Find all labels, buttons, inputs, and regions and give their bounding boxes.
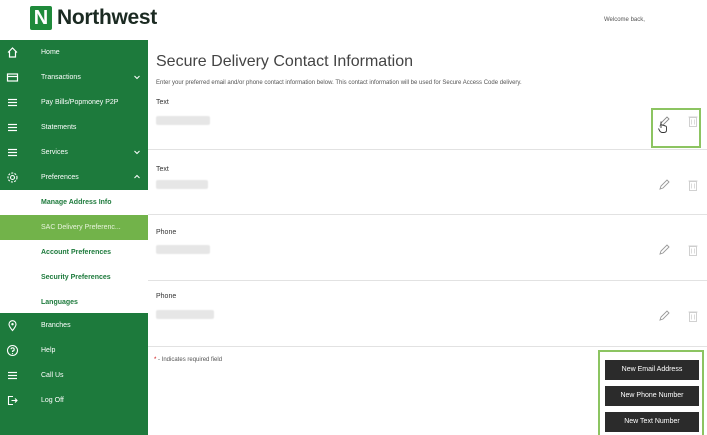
contact-row: Phone bbox=[148, 215, 707, 281]
welcome-text: Welcome back, bbox=[604, 17, 645, 23]
sidebar-subitem-sac-delivery[interactable]: SAC Delivery Preferenc... bbox=[0, 215, 148, 240]
card-icon bbox=[6, 73, 19, 82]
trash-icon[interactable] bbox=[687, 243, 699, 257]
contact-type-label: Phone bbox=[156, 293, 177, 300]
add-contact-button-group: New Email Address New Phone Number New T… bbox=[598, 350, 704, 435]
trash-icon[interactable] bbox=[687, 178, 699, 192]
contact-row: Text bbox=[148, 92, 707, 150]
sidebar-subitem-label: Languages bbox=[41, 299, 78, 306]
sidebar-subitem-label: Manage Address Info bbox=[41, 199, 112, 206]
sidebar-subitem-manage-address[interactable]: Manage Address Info bbox=[0, 190, 148, 215]
contact-type-label: Phone bbox=[156, 229, 177, 236]
gear-icon bbox=[7, 172, 18, 183]
sidebar-item-label: Statements bbox=[41, 124, 77, 131]
contact-row: Phone bbox=[148, 281, 707, 347]
new-phone-number-button[interactable]: New Phone Number bbox=[605, 386, 699, 406]
sidebar-item-branches[interactable]: Branches bbox=[0, 313, 148, 338]
sidebar-item-transactions[interactable]: Transactions bbox=[0, 65, 148, 90]
sidebar-item-label: Pay Bills/Popmoney P2P bbox=[41, 99, 119, 106]
hand-cursor-icon bbox=[658, 121, 667, 133]
sidebar-item-home[interactable]: Home bbox=[0, 40, 148, 65]
new-email-address-button[interactable]: New Email Address bbox=[605, 360, 699, 380]
menu-icon bbox=[8, 148, 17, 157]
chevron-up-icon bbox=[134, 174, 140, 179]
contact-type-label: Text bbox=[156, 166, 169, 173]
sidebar-item-label: Branches bbox=[41, 322, 71, 329]
sidebar-item-label: Services bbox=[41, 149, 68, 156]
sidebar-item-preferences[interactable]: Preferences bbox=[0, 165, 148, 190]
logout-icon bbox=[7, 395, 18, 406]
sidebar-item-label: Transactions bbox=[41, 74, 81, 81]
chevron-down-icon bbox=[134, 75, 140, 80]
sidebar-subitem-security-preferences[interactable]: Security Preferences bbox=[0, 265, 148, 290]
contact-value-redacted bbox=[156, 310, 214, 319]
contact-type-label: Text bbox=[156, 99, 169, 106]
edit-icon[interactable] bbox=[657, 309, 671, 323]
contact-value-redacted bbox=[156, 180, 208, 189]
menu-icon bbox=[8, 98, 17, 107]
logo-text: Northwest bbox=[57, 6, 157, 29]
sidebar-item-pay-bills[interactable]: Pay Bills/Popmoney P2P bbox=[0, 90, 148, 115]
sidebar-item-label: Call Us bbox=[41, 372, 64, 379]
sidebar-subitem-label: Account Preferences bbox=[41, 249, 112, 256]
sidebar: Home Transactions Pay Bills/Popmoney P2P… bbox=[0, 40, 148, 435]
trash-icon[interactable] bbox=[687, 114, 699, 128]
new-text-number-button[interactable]: New Text Number bbox=[605, 412, 699, 432]
edit-icon[interactable] bbox=[657, 243, 671, 257]
sidebar-item-log-off[interactable]: Log Off bbox=[0, 388, 148, 413]
app-header: N Northwest Welcome back, bbox=[0, 0, 707, 40]
sidebar-item-label: Preferences bbox=[41, 174, 79, 181]
trash-icon[interactable] bbox=[687, 309, 699, 323]
help-icon bbox=[6, 344, 19, 357]
location-icon bbox=[8, 320, 17, 332]
sidebar-item-label: Log Off bbox=[41, 397, 64, 404]
contact-value-redacted bbox=[156, 116, 210, 125]
sidebar-fill bbox=[0, 413, 148, 435]
northwest-logo[interactable]: N Northwest bbox=[30, 6, 157, 30]
sidebar-item-label: Help bbox=[41, 347, 56, 354]
home-icon bbox=[7, 47, 18, 58]
instructions-text: Enter your preferred email and/or phone … bbox=[156, 80, 522, 86]
main-content: Secure Delivery Contact Information Ente… bbox=[148, 40, 707, 435]
sidebar-item-services[interactable]: Services bbox=[0, 140, 148, 165]
required-field-note: * - Indicates required field bbox=[154, 357, 222, 363]
sidebar-subitem-label: Security Preferences bbox=[41, 274, 111, 281]
sidebar-item-call-us[interactable]: Call Us bbox=[0, 363, 148, 388]
menu-icon bbox=[8, 371, 17, 380]
page-title: Secure Delivery Contact Information bbox=[156, 53, 413, 70]
required-note-text: - Indicates required field bbox=[156, 357, 223, 363]
sidebar-subitem-account-preferences[interactable]: Account Preferences bbox=[0, 240, 148, 265]
chevron-down-icon bbox=[134, 150, 140, 155]
sidebar-item-help[interactable]: Help bbox=[0, 338, 148, 363]
menu-icon bbox=[8, 123, 17, 132]
sidebar-subitem-languages[interactable]: Languages bbox=[0, 290, 148, 315]
contact-row: Text bbox=[148, 150, 707, 215]
sidebar-item-label: Home bbox=[41, 49, 60, 56]
sidebar-item-statements[interactable]: Statements bbox=[0, 115, 148, 140]
logo-badge: N bbox=[30, 6, 52, 30]
contact-value-redacted bbox=[156, 245, 210, 254]
sidebar-subitem-label: SAC Delivery Preferenc... bbox=[41, 224, 121, 231]
edit-icon[interactable] bbox=[657, 178, 671, 192]
